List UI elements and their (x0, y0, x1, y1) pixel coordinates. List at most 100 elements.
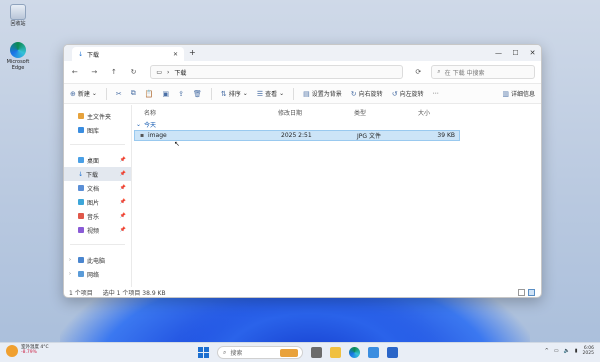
sidebar-item-network[interactable]: › 网络 (64, 267, 131, 281)
sidebar-item-home[interactable]: 主文件夹 (64, 109, 131, 123)
refresh-button[interactable]: ↻ (129, 68, 139, 76)
new-label: 新建 (77, 91, 90, 98)
share-icon[interactable]: ⇪ (178, 90, 184, 98)
pin-icon: 📌 (119, 157, 126, 163)
battery-icon[interactable]: ▮ (575, 348, 578, 354)
sort-icon: ⇅ (220, 89, 227, 98)
sidebar-item-desktop[interactable]: 桌面 📌 (64, 153, 131, 167)
paste-icon[interactable]: 📋 (145, 90, 154, 98)
desktop-icon-label: 回收站 (10, 21, 26, 27)
sidebar-item-downloads[interactable]: ↓ 下载 📌 (64, 167, 131, 181)
sidebar-item-gallery[interactable]: 图库 (64, 123, 131, 137)
path-input[interactable]: ▭ › 下载 (150, 65, 404, 79)
image-file-icon: ▪ (140, 132, 145, 139)
gallery-icon (78, 127, 84, 133)
chevron-down-icon: ⌄ (136, 121, 142, 128)
edge-icon[interactable] (349, 347, 360, 358)
copy-icon[interactable]: ⧉ (131, 89, 136, 98)
maximize-button[interactable]: ☐ (507, 45, 524, 61)
task-view-icon[interactable] (311, 347, 322, 358)
cut-icon[interactable]: ✂ (116, 90, 122, 98)
path-segment[interactable]: 下载 (174, 68, 186, 77)
tiles-view-button[interactable] (528, 288, 535, 296)
forward-button[interactable]: → (90, 68, 100, 76)
new-button[interactable]: ⊕ 新建 ⌄ (70, 89, 97, 99)
search-input[interactable]: ⌕ 在 下载 中搜索 (431, 65, 536, 79)
taskbar-search-input[interactable]: ⌕ 搜索 (217, 346, 303, 359)
chevron-up-icon[interactable]: ^ (545, 348, 549, 354)
details-view-button[interactable] (518, 288, 525, 296)
set-as-background-button[interactable]: ▤ 设置为背景 (303, 89, 342, 99)
rotate-right-icon: ↻ (350, 89, 357, 98)
sort-label: 排序 (228, 91, 241, 98)
plus-circle-icon: ⊕ (70, 89, 76, 98)
desktop-icon-edge[interactable]: Microsoft Edge (1, 42, 35, 72)
divider (70, 237, 125, 245)
chevron-right-icon[interactable]: › (69, 271, 71, 277)
chevron-down-icon: ⌄ (242, 90, 248, 97)
rotate-left-button[interactable]: ↺ 向左旋转 (392, 89, 424, 99)
titlebar: ↓ 下载 ✕ + — ☐ ✕ (64, 45, 541, 61)
network-icon[interactable]: ▭ (554, 348, 559, 354)
back-button[interactable]: ← (70, 68, 80, 76)
table-row[interactable]: ▪ image 2025 2:51 JPG 文件 39 KB (134, 130, 460, 141)
desktop-icon-recycle-bin[interactable]: 回收站 (1, 4, 35, 28)
details-pane-icon: ▥ (502, 89, 509, 98)
column-header-size[interactable]: 大小 (418, 108, 430, 117)
up-button[interactable]: ↑ (109, 68, 119, 76)
chevron-right-icon[interactable]: › (69, 257, 71, 263)
close-button[interactable]: ✕ (524, 45, 541, 61)
view-button[interactable]: ☰ 查看 ⌄ (256, 89, 284, 99)
divider (293, 87, 295, 100)
rotate-right-button[interactable]: ↻ 向右旋转 (350, 89, 383, 99)
edge-icon (10, 42, 26, 58)
system-tray: ^ ▭ 🔈 ▮ 6:06 2025 (545, 346, 594, 356)
photos-icon[interactable] (387, 347, 398, 358)
column-header-type[interactable]: 类型 (354, 108, 366, 117)
status-bar: 1 个项目 选中 1 个项目 38.9 KB (64, 287, 541, 297)
chevron-down-icon: ⌄ (91, 90, 97, 97)
file-modified: 2025 2:51 (281, 132, 312, 139)
sidebar-item-label: 图片 (87, 199, 100, 207)
close-tab-icon[interactable]: ✕ (173, 51, 178, 58)
details-label: 详细信息 (510, 91, 535, 98)
file-size: 39 KB (437, 132, 455, 139)
start-button[interactable] (198, 347, 209, 358)
delete-icon[interactable]: 🗑 (193, 90, 202, 98)
minimize-button[interactable]: — (490, 45, 507, 61)
sidebar-item-label: 下载 (86, 171, 99, 179)
new-tab-button[interactable]: + (189, 48, 196, 57)
sidebar-item-this-pc[interactable]: › 此电脑 (64, 253, 131, 267)
weather-widget[interactable]: 室外温度 4°C -8.79% (6, 345, 49, 357)
videos-icon (78, 227, 84, 233)
store-icon[interactable] (368, 347, 379, 358)
navigation-pane: 主文件夹 图库 桌面 📌 ↓ 下载 📌 文档 📌 图片 📌 音乐 📌 视频 📌 … (64, 105, 132, 287)
volume-icon[interactable]: 🔈 (564, 348, 570, 354)
tab-downloads[interactable]: ↓ 下载 ✕ (72, 47, 184, 61)
group-header-today[interactable]: ⌄ 今天 (136, 120, 156, 129)
network-icon (78, 271, 84, 277)
view-icon: ☰ (256, 89, 264, 98)
monitor-icon: ▭ (156, 68, 162, 76)
sidebar-item-music[interactable]: 音乐 📌 (64, 209, 131, 223)
column-header-modified[interactable]: 修改日期 (278, 108, 302, 117)
sidebar-item-documents[interactable]: 文档 📌 (64, 181, 131, 195)
file-explorer-icon[interactable] (330, 347, 341, 358)
pin-icon: 📌 (119, 171, 126, 177)
path-refresh-icon[interactable]: ⟳ (415, 68, 421, 76)
rotate-left-label: 向左旋转 (399, 91, 424, 98)
clock[interactable]: 6:06 2025 (583, 346, 594, 356)
sidebar-item-videos[interactable]: 视频 📌 (64, 223, 131, 237)
sidebar-item-label: 图库 (87, 127, 100, 135)
computer-icon (78, 257, 84, 263)
sidebar-item-pictures[interactable]: 图片 📌 (64, 195, 131, 209)
explorer-body: 主文件夹 图库 桌面 📌 ↓ 下载 📌 文档 📌 图片 📌 音乐 📌 视频 📌 … (64, 105, 541, 287)
file-name: image (148, 132, 167, 139)
more-button[interactable]: ⋯ (433, 90, 439, 97)
home-icon (78, 113, 84, 119)
column-header-name[interactable]: 名称 (144, 108, 156, 117)
chevron-right-icon: › (166, 68, 170, 76)
sort-button[interactable]: ⇅ 排序 ⌄ (220, 89, 248, 99)
rename-icon[interactable]: ▣ (163, 90, 170, 98)
details-button[interactable]: ▥ 详细信息 (502, 89, 535, 99)
